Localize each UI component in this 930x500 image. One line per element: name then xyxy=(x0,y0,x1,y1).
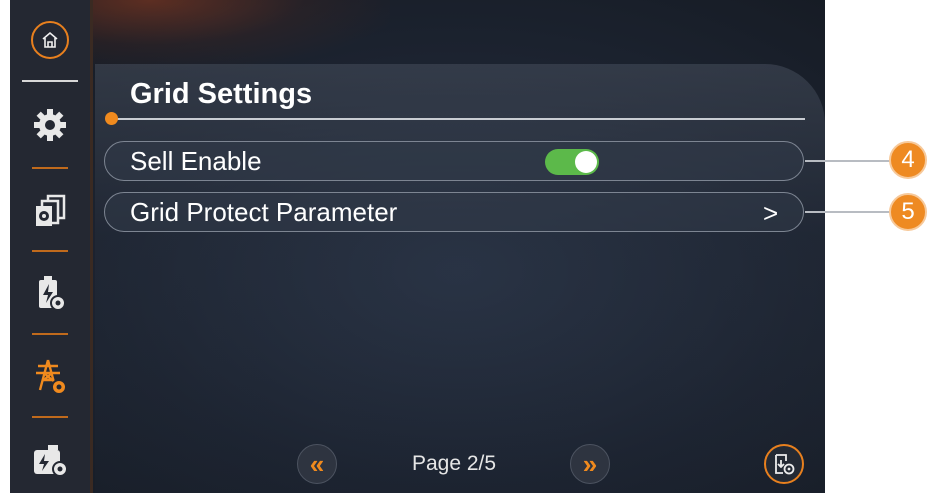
sidebar-divider xyxy=(32,416,68,418)
grid-tower-settings-icon xyxy=(36,359,67,395)
sidebar xyxy=(10,0,93,493)
battery-settings-icon xyxy=(39,276,66,311)
title-underline xyxy=(112,118,805,120)
generator-settings-icon xyxy=(34,445,68,477)
page-indicator: Page 2/5 xyxy=(412,452,497,475)
sidebar-item-settings[interactable] xyxy=(10,85,90,165)
sidebar-divider xyxy=(32,167,68,169)
sidebar-item-generator[interactable] xyxy=(10,420,90,500)
sidebar-divider xyxy=(32,250,68,252)
sidebar-item-home[interactable] xyxy=(10,2,90,78)
callout-badge-5: 5 xyxy=(889,193,927,231)
sidebar-divider xyxy=(32,333,68,335)
sell-enable-toggle[interactable] xyxy=(545,149,599,175)
sidebar-item-grid[interactable] xyxy=(10,336,90,416)
sidebar-divider xyxy=(22,80,78,82)
setting-row-sell-enable[interactable]: Sell Enable xyxy=(104,141,804,181)
setting-label: Grid Protect Parameter xyxy=(130,197,398,227)
sidebar-item-battery[interactable] xyxy=(10,253,90,333)
title-accent-dot xyxy=(105,112,118,125)
toggle-knob xyxy=(575,151,597,173)
callout-leader-line xyxy=(805,211,890,213)
setting-row-grid-protect-parameter[interactable]: Grid Protect Parameter > xyxy=(104,192,804,232)
next-page-button[interactable]: » xyxy=(570,444,610,484)
callout-leader-line xyxy=(805,160,890,162)
gear-icon xyxy=(34,109,66,141)
background-glow xyxy=(90,0,390,70)
home-button[interactable] xyxy=(31,21,69,59)
export-settings-button[interactable] xyxy=(764,444,804,484)
home-icon xyxy=(42,31,58,48)
setting-label: Sell Enable xyxy=(130,146,262,176)
chevron-right-icon: > xyxy=(763,198,779,228)
previous-page-button[interactable]: « xyxy=(297,444,337,484)
settings-panel xyxy=(95,64,825,493)
sidebar-item-system[interactable] xyxy=(10,170,90,250)
export-settings-icon xyxy=(775,454,795,475)
callout-badge-4: 4 xyxy=(889,141,927,179)
page-title: Grid Settings xyxy=(130,78,313,110)
multi-settings-icon xyxy=(36,194,66,226)
